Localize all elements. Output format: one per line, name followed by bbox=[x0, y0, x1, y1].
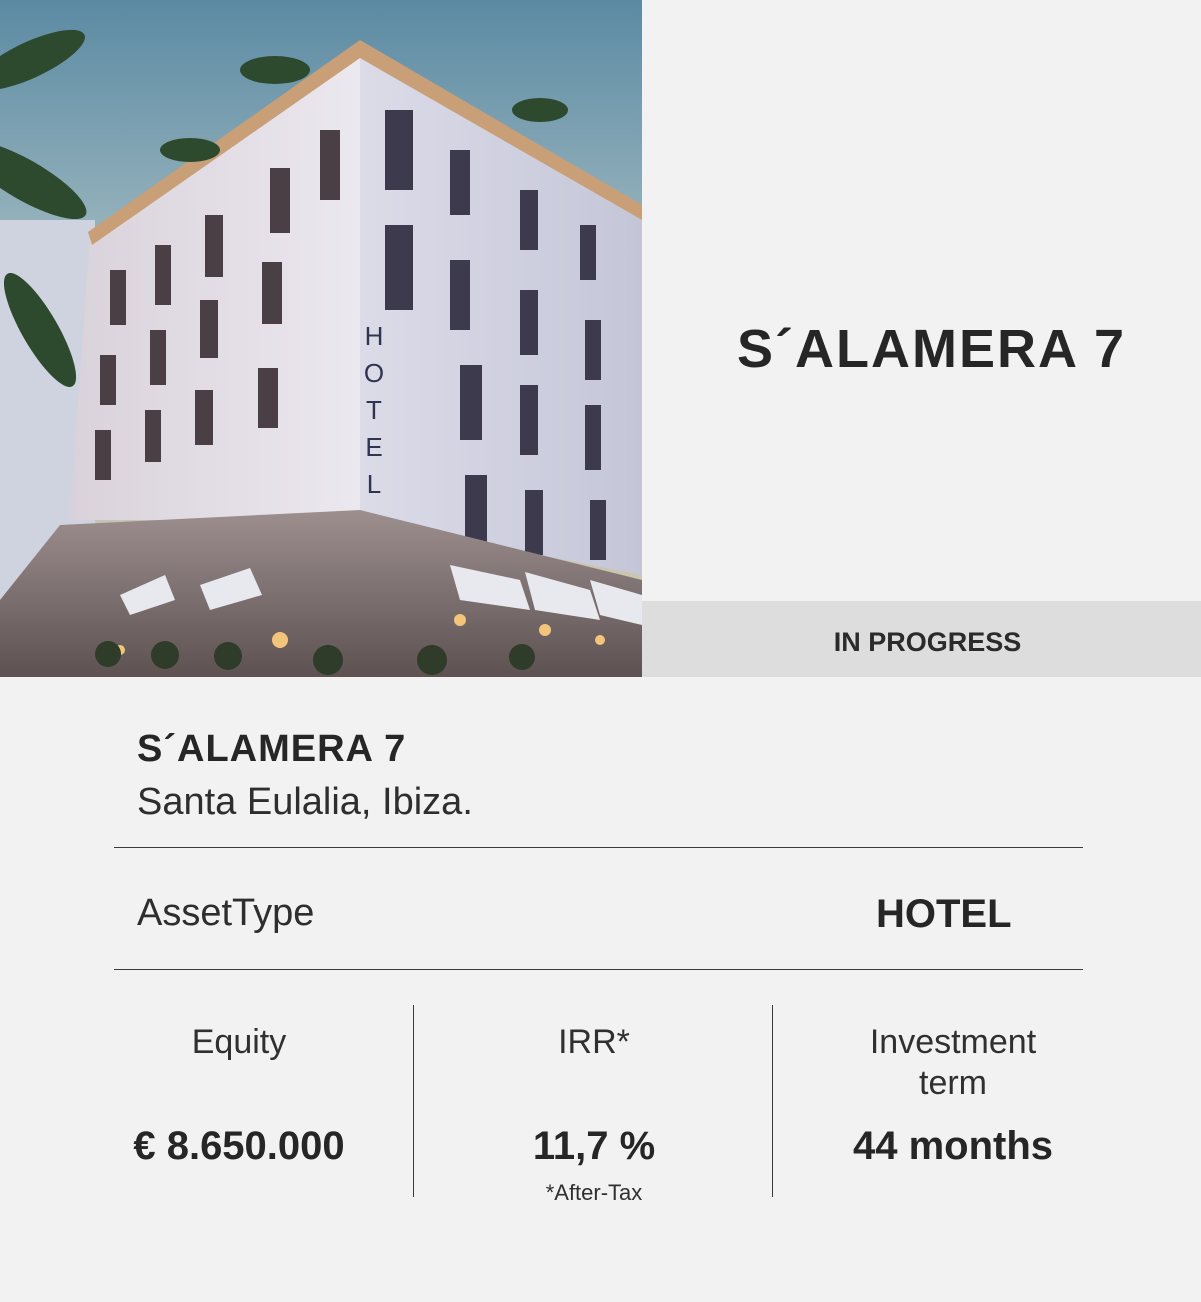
column-divider bbox=[772, 1005, 773, 1197]
metric-label: IRR* bbox=[558, 1023, 630, 1061]
hero-project-title: S´ALAMERA 7 bbox=[736, 319, 1126, 379]
metric-label: Investment term bbox=[869, 1023, 1037, 1102]
status-bar: IN PROGRESS bbox=[642, 601, 1201, 677]
metric-footnote: *After-Tax bbox=[545, 1180, 643, 1205]
svg-text:T: T bbox=[366, 395, 382, 425]
asset-type-value: HOTEL bbox=[876, 892, 1012, 936]
status-badge: IN PROGRESS bbox=[833, 627, 1022, 657]
svg-text:L: L bbox=[367, 469, 381, 499]
hotel-sign: HOT EL bbox=[364, 321, 384, 499]
svg-text:H: H bbox=[365, 321, 384, 351]
svg-text:E: E bbox=[365, 432, 382, 462]
metric-investment-term: Investment term 44 months bbox=[832, 1022, 1074, 1168]
metric-value: 11,7 % bbox=[532, 1124, 656, 1168]
divider bbox=[114, 969, 1083, 970]
project-location: Santa Eulalia, Ibiza. bbox=[137, 781, 473, 823]
divider bbox=[114, 847, 1083, 848]
project-name: S´ALAMERA 7 bbox=[137, 728, 407, 770]
svg-text:O: O bbox=[364, 358, 384, 388]
asset-type-label: AssetType bbox=[137, 892, 315, 934]
column-divider bbox=[413, 1005, 414, 1197]
metric-value: € 8.650.000 bbox=[133, 1124, 345, 1168]
project-photo: HOT EL bbox=[0, 0, 642, 677]
hero-title-panel: S´ALAMERA 7 bbox=[642, 0, 1201, 601]
metric-irr: IRR* 11,7 % *After-Tax bbox=[444, 1022, 744, 1205]
hotel-building-image: HOT EL bbox=[0, 0, 642, 677]
project-hero: HOT EL S´ALAMERA 7 IN PROGRESS bbox=[0, 0, 1201, 677]
metric-equity: Equity € 8.650.000 bbox=[114, 1022, 364, 1168]
metric-label: Equity bbox=[191, 1023, 287, 1061]
metric-value: 44 months bbox=[852, 1124, 1054, 1168]
